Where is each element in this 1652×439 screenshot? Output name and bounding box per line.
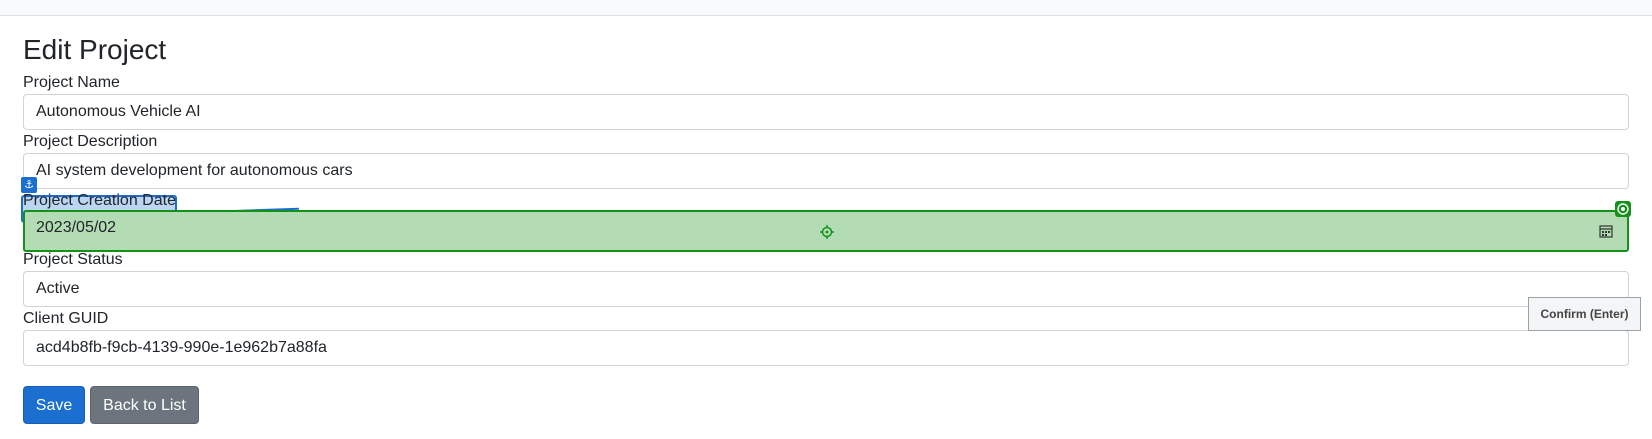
project-status-label: Project Status	[23, 251, 123, 268]
project-name-input[interactable]: Autonomous Vehicle AI	[23, 94, 1629, 130]
project-name-label: Project Name	[23, 74, 120, 91]
client-guid-input[interactable]: acd4b8fb-f9cb-4139-990e-1e962b7a88fa	[23, 330, 1629, 366]
page-title: Edit Project	[23, 34, 167, 65]
project-creation-date-input[interactable]: 2023/05/02	[23, 210, 1629, 252]
date-value: 2023/05/02	[36, 219, 117, 236]
top-navigation-bar	[0, 0, 1652, 16]
back-to-list-button[interactable]: Back to List	[90, 386, 199, 424]
crosshair-icon	[820, 225, 834, 239]
project-creation-date-label: Project Creation Date	[23, 192, 176, 209]
calendar-icon[interactable]	[1599, 224, 1613, 238]
project-description-input[interactable]: AI system development for autonomous car…	[23, 153, 1629, 189]
confirm-tooltip: Confirm (Enter)	[1528, 297, 1641, 331]
client-guid-label: Client GUID	[23, 310, 109, 327]
project-status-input[interactable]: Active	[23, 271, 1629, 307]
project-description-label: Project Description	[23, 133, 158, 150]
save-button[interactable]: Save	[23, 386, 85, 424]
target-icon	[1615, 201, 1631, 217]
